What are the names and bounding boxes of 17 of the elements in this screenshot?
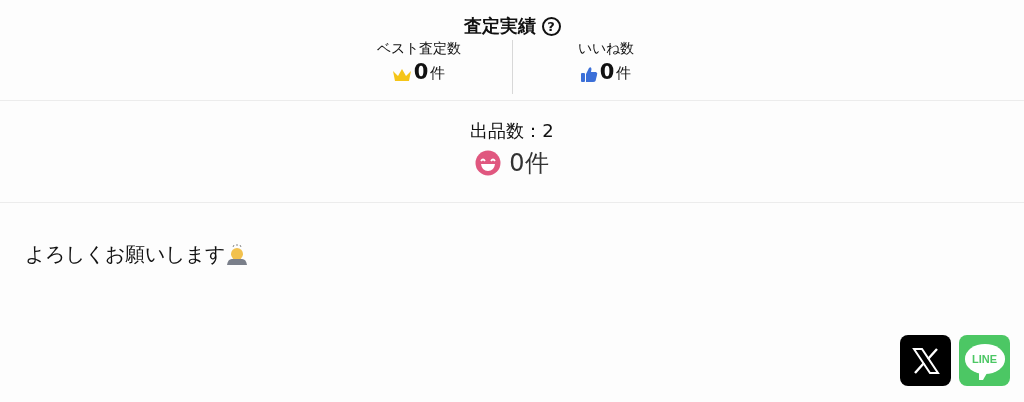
profile-message: よろしくお願いします	[25, 241, 225, 268]
stat-count: 0	[413, 62, 429, 83]
stat-unit: 件	[430, 64, 446, 83]
x-share-button[interactable]	[900, 335, 951, 386]
section-title: 査定実績	[463, 14, 536, 38]
rating-count: 0件	[509, 148, 549, 179]
bowing-figure-icon	[225, 243, 249, 266]
stat-label: いいね数	[577, 40, 634, 58]
thumbs-up-icon	[579, 66, 598, 83]
x-logo-icon	[910, 345, 941, 376]
help-icon[interactable]: ?	[541, 16, 561, 36]
stat-unit: 件	[616, 64, 632, 83]
crown-icon	[391, 68, 412, 83]
stat-label: ベスト査定数	[376, 40, 461, 58]
grinning-face-icon	[475, 150, 502, 176]
listing-count: 出品数：2	[470, 119, 554, 143]
stat-count: 0	[599, 62, 615, 83]
